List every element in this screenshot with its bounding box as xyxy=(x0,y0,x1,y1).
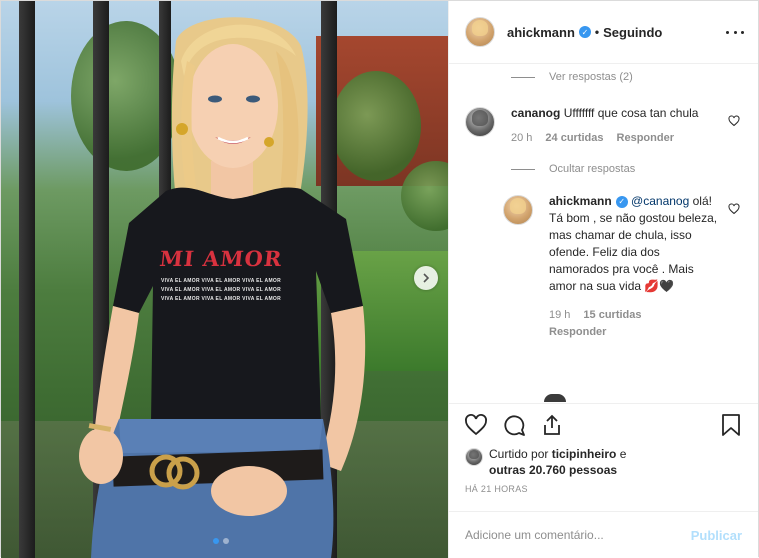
comment-text: olá! Tá bom , se não gostou beleza, mas … xyxy=(549,194,718,293)
comment-button[interactable] xyxy=(501,412,527,438)
likes-summary: Curtido por ticipinheiro e outras 20.760… xyxy=(449,446,758,482)
likes-others[interactable]: outras 20.760 pessoas xyxy=(489,463,617,477)
comment-username[interactable]: cananog xyxy=(511,106,560,120)
comment-username[interactable]: ahickmann xyxy=(549,194,612,208)
heart-icon xyxy=(465,414,487,436)
carousel-dot xyxy=(223,538,229,544)
publish-button[interactable]: Publicar xyxy=(691,528,742,543)
bookmark-icon xyxy=(722,414,740,436)
comment-icon xyxy=(504,415,525,436)
shirt-title: MI AMOR xyxy=(158,246,284,271)
carousel-indicator xyxy=(213,538,229,544)
avatar[interactable] xyxy=(465,107,495,137)
view-replies-button[interactable]: Ver respostas (2) xyxy=(511,66,744,88)
reply-button[interactable]: Responder xyxy=(549,324,707,341)
comment-body: cananog Ufffffff que cosa tan chula 20 h… xyxy=(511,105,744,147)
action-bar xyxy=(449,403,758,446)
comment-time[interactable]: 19 h xyxy=(549,307,570,324)
hide-replies-button[interactable]: Ocultar respostas xyxy=(511,158,744,180)
shirt-text-line: VIVA EL AMOR VIVA EL AMOR VIVA EL AMOR xyxy=(160,278,282,284)
post-header: ahickmann ✓ • Seguindo xyxy=(449,1,758,64)
verified-badge-icon: ✓ xyxy=(578,26,591,38)
heart-icon[interactable] xyxy=(728,115,740,127)
shirt-text-line: VIVA EL AMOR VIVA EL AMOR VIVA EL AMOR xyxy=(160,296,282,302)
post-timestamp[interactable]: HÁ 21 HORAS xyxy=(449,482,758,511)
share-button[interactable] xyxy=(539,412,565,438)
post-photo[interactable]: MI AMOR VIVA EL AMOR VIVA EL AMOR VIVA E… xyxy=(1,1,448,558)
comment-input[interactable] xyxy=(465,528,691,542)
view-replies-label: Ver respostas (2) xyxy=(549,71,633,83)
comment-likes[interactable]: 24 curtidas xyxy=(545,130,603,147)
likes-text: Curtido por ticipinheiro e outras 20.760… xyxy=(489,446,626,478)
comment: cananog Ufffffff que cosa tan chula 20 h… xyxy=(465,105,744,147)
comment-mention[interactable]: @cananog xyxy=(631,194,689,208)
reply-comment: ahickmann ✓ @cananog olá! Tá bom , se não… xyxy=(503,193,744,341)
comment-meta: 19 h 15 curtidas Responder xyxy=(549,307,720,341)
avatar[interactable] xyxy=(503,195,533,225)
avatar[interactable] xyxy=(465,17,495,47)
likes-user[interactable]: ticipinheiro xyxy=(552,447,617,461)
likes-joiner: e xyxy=(619,447,627,461)
avatar[interactable] xyxy=(465,448,483,466)
replies-line xyxy=(511,168,535,170)
comment-meta: 20 h 24 curtidas Responder xyxy=(511,130,720,147)
chevron-right-icon xyxy=(423,273,430,283)
carousel-dot xyxy=(213,538,219,544)
comment-body: ahickmann ✓ @cananog olá! Tá bom , se não… xyxy=(549,193,744,341)
reply-button[interactable]: Responder xyxy=(617,130,674,147)
separator-dot: • xyxy=(594,25,600,39)
following-button[interactable]: Seguindo xyxy=(603,25,662,40)
share-icon xyxy=(544,414,560,435)
comment-time[interactable]: 20 h xyxy=(511,130,532,147)
author-username[interactable]: ahickmann xyxy=(507,25,575,40)
heart-icon[interactable] xyxy=(728,203,740,215)
partial-avatar xyxy=(544,394,566,402)
likes-prefix: Curtido por xyxy=(489,447,549,461)
comments-list[interactable]: Ver respostas (2) cananog Ufffffff que c… xyxy=(449,64,758,403)
comment-text: Ufffffff que cosa tan chula xyxy=(563,106,699,120)
verified-badge-icon: ✓ xyxy=(615,195,628,208)
instagram-post: MI AMOR VIVA EL AMOR VIVA EL AMOR VIVA E… xyxy=(0,0,759,558)
like-button[interactable] xyxy=(463,412,489,438)
post-side-panel: ahickmann ✓ • Seguindo Ver respostas (2)… xyxy=(448,1,758,558)
shirt-text-line: VIVA EL AMOR VIVA EL AMOR VIVA EL AMOR xyxy=(160,287,282,293)
hide-replies-label: Ocultar respostas xyxy=(549,163,636,175)
replies-line xyxy=(511,76,535,78)
comment-likes[interactable]: 15 curtidas xyxy=(583,307,641,324)
shirt-print: MI AMOR VIVA EL AMOR VIVA EL AMOR VIVA E… xyxy=(141,246,301,304)
save-button[interactable] xyxy=(718,412,744,438)
carousel-next-button[interactable] xyxy=(414,266,438,290)
add-comment-bar: Publicar xyxy=(449,511,758,558)
more-options-icon[interactable] xyxy=(726,30,744,34)
